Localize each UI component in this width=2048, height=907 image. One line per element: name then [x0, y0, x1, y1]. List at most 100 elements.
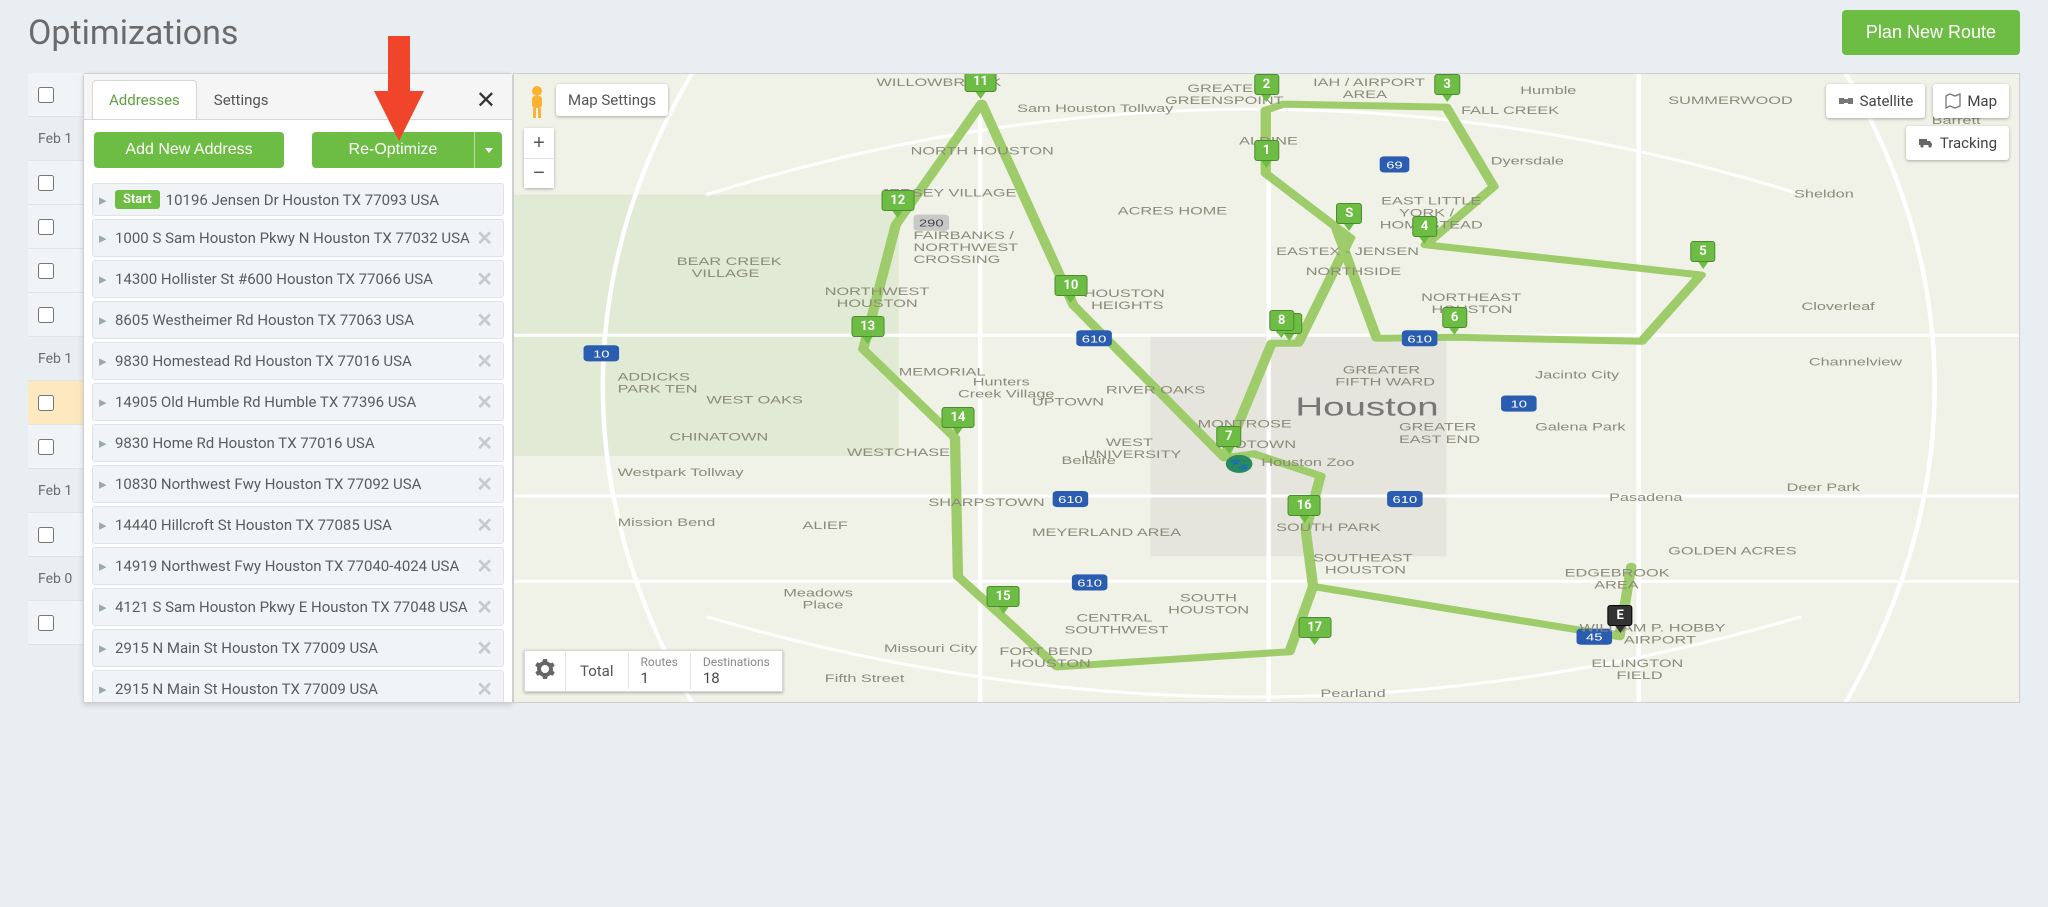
callout-arrow-icon	[374, 36, 424, 150]
remove-address-icon[interactable]: ✕	[472, 677, 497, 701]
map-pin-2[interactable]: 2	[1254, 74, 1279, 102]
address-row[interactable]: ▸9830 Home Rd Houston TX 77016 USA✕	[92, 424, 504, 462]
add-new-address-button[interactable]: Add New Address	[94, 132, 284, 168]
address-row[interactable]: ▸10830 Northwest Fwy Houston TX 77092 US…	[92, 465, 504, 503]
map-settings-button[interactable]: Map Settings	[556, 84, 668, 116]
map-pin-8[interactable]: 8	[1269, 310, 1294, 338]
address-row[interactable]: ▸14300 Hollister St #600 Houston TX 7706…	[92, 260, 504, 298]
remove-address-icon[interactable]: ✕	[472, 267, 497, 291]
tab-settings[interactable]: Settings	[197, 80, 286, 119]
address-row[interactable]: ▸ 2915 N Main St Houston TX 77009 USA✕	[92, 670, 504, 702]
tracking-toggle[interactable]: Tracking	[1906, 126, 2009, 160]
expand-caret-icon[interactable]: ▸	[99, 516, 109, 534]
remove-address-icon[interactable]: ✕	[472, 636, 497, 660]
expand-caret-icon[interactable]: ▸	[99, 557, 109, 575]
remove-address-icon[interactable]: ✕	[472, 595, 497, 619]
remove-address-icon[interactable]: ✕	[472, 308, 497, 332]
address-row[interactable]: ▸8605 Westheimer Rd Houston TX 77063 USA…	[92, 301, 504, 339]
plan-new-route-button[interactable]: Plan New Route	[1842, 10, 2020, 55]
remove-address-icon[interactable]: ✕	[472, 554, 497, 578]
map-pin-4[interactable]: 4	[1412, 216, 1437, 244]
map-pin-16[interactable]: 16	[1288, 495, 1321, 523]
street-view-pegman-icon[interactable]	[524, 84, 550, 124]
optimization-checkbox[interactable]	[38, 439, 54, 455]
optimization-checkbox-row[interactable]	[28, 601, 83, 645]
address-row[interactable]: ▸14905 Old Humble Rd Humble TX 77396 USA…	[92, 383, 504, 421]
map-pin-S[interactable]: S	[1336, 203, 1362, 231]
expand-caret-icon[interactable]: ▸	[99, 311, 109, 329]
zoom-in-button[interactable]: +	[524, 128, 554, 158]
optimization-checkbox-row[interactable]	[28, 73, 83, 117]
map-pin-13[interactable]: 13	[851, 316, 884, 344]
zoom-out-button[interactable]: −	[524, 158, 554, 188]
optimization-checkbox[interactable]	[38, 87, 54, 103]
map-pin-14[interactable]: 14	[942, 407, 975, 435]
map-settings-gear-icon[interactable]	[525, 651, 566, 691]
optimization-checkbox-row[interactable]	[28, 513, 83, 557]
map-pin-15[interactable]: 15	[987, 586, 1020, 614]
address-text: 2915 N Main St Houston TX 77009 USA	[115, 680, 472, 698]
remove-address-icon[interactable]: ✕	[472, 390, 497, 414]
svg-text:10: 10	[1511, 399, 1527, 410]
optimization-checkbox[interactable]	[38, 615, 54, 631]
satellite-label: Satellite	[1860, 92, 1914, 110]
optimization-checkbox[interactable]	[38, 395, 54, 411]
address-row[interactable]: ▸2915 N Main St Houston TX 77009 USA✕	[92, 629, 504, 667]
map-pin-3[interactable]: 3	[1434, 74, 1459, 102]
map-canvas[interactable]: 10 610 610 10 610 610 610 69 45 290 Hous…	[513, 73, 2020, 703]
expand-caret-icon[interactable]: ▸	[99, 270, 109, 288]
date-separator: Feb 0	[28, 557, 83, 601]
address-list[interactable]: ▸Start10196 Jensen Dr Houston TX 77093 U…	[84, 180, 512, 702]
address-row[interactable]: ▸4121 S Sam Houston Pkwy E Houston TX 77…	[92, 588, 504, 626]
address-row[interactable]: ▸14440 Hillcroft St Houston TX 77085 USA…	[92, 506, 504, 544]
optimization-checkbox-row[interactable]	[28, 425, 83, 469]
optimization-checkbox[interactable]	[38, 307, 54, 323]
svg-text:Dyersdale: Dyersdale	[1491, 154, 1565, 167]
optimization-checkbox[interactable]	[38, 263, 54, 279]
close-panel-icon[interactable]: ✕	[468, 82, 504, 118]
address-row[interactable]: ▸9830 Homestead Rd Houston TX 77016 USA✕	[92, 342, 504, 380]
map-pin-E[interactable]: E	[1608, 605, 1633, 633]
map-toggle[interactable]: Map	[1933, 84, 2009, 118]
map-pin-10[interactable]: 10	[1054, 275, 1087, 303]
satellite-toggle[interactable]: Satellite	[1826, 84, 1926, 118]
expand-caret-icon[interactable]: ▸	[99, 598, 109, 616]
map-pin-1[interactable]: 1	[1254, 140, 1279, 168]
remove-address-icon[interactable]: ✕	[472, 513, 497, 537]
svg-text:Pasadena: Pasadena	[1609, 491, 1683, 504]
expand-caret-icon[interactable]: ▸	[99, 475, 109, 493]
remove-address-icon[interactable]: ✕	[472, 349, 497, 373]
expand-caret-icon[interactable]: ▸	[99, 639, 109, 657]
map-pin-6[interactable]: 6	[1442, 307, 1467, 335]
expand-caret-icon[interactable]: ▸	[99, 434, 109, 452]
optimization-checkbox-row[interactable]	[28, 381, 83, 425]
optimization-checkbox-row[interactable]	[28, 161, 83, 205]
map-pin-5[interactable]: 5	[1690, 241, 1715, 269]
address-row[interactable]: ▸Start10196 Jensen Dr Houston TX 77093 U…	[92, 183, 504, 216]
optimization-checkbox[interactable]	[38, 175, 54, 191]
svg-text:Cloverleaf: Cloverleaf	[1801, 300, 1874, 313]
optimization-checkbox-row[interactable]	[28, 205, 83, 249]
optimization-checkbox-row[interactable]	[28, 249, 83, 293]
remove-address-icon[interactable]: ✕	[472, 431, 497, 455]
svg-text:BEAR CREEK: BEAR CREEK	[677, 255, 783, 268]
optimization-checkbox[interactable]	[38, 219, 54, 235]
remove-address-icon[interactable]: ✕	[472, 226, 497, 250]
expand-caret-icon[interactable]: ▸	[99, 229, 109, 247]
map-pin-11[interactable]: 11	[964, 73, 997, 99]
address-row[interactable]: ▸14919 Northwest Fwy Houston TX 77040-40…	[92, 547, 504, 585]
expand-caret-icon[interactable]: ▸	[99, 191, 109, 209]
optimization-checkbox-row[interactable]	[28, 293, 83, 337]
reoptimize-dropdown-button[interactable]	[474, 132, 502, 168]
optimization-checkbox[interactable]	[38, 527, 54, 543]
svg-text:Hunters: Hunters	[973, 375, 1030, 388]
tab-addresses[interactable]: Addresses	[92, 80, 197, 119]
map-pin-7[interactable]: 7	[1216, 426, 1241, 454]
map-pin-17[interactable]: 17	[1298, 617, 1331, 645]
remove-address-icon[interactable]: ✕	[472, 472, 497, 496]
address-row[interactable]: ▸1000 S Sam Houston Pkwy N Houston TX 77…	[92, 219, 504, 257]
map-pin-12[interactable]: 12	[881, 190, 914, 218]
expand-caret-icon[interactable]: ▸	[99, 680, 109, 698]
expand-caret-icon[interactable]: ▸	[99, 393, 109, 411]
expand-caret-icon[interactable]: ▸	[99, 352, 109, 370]
